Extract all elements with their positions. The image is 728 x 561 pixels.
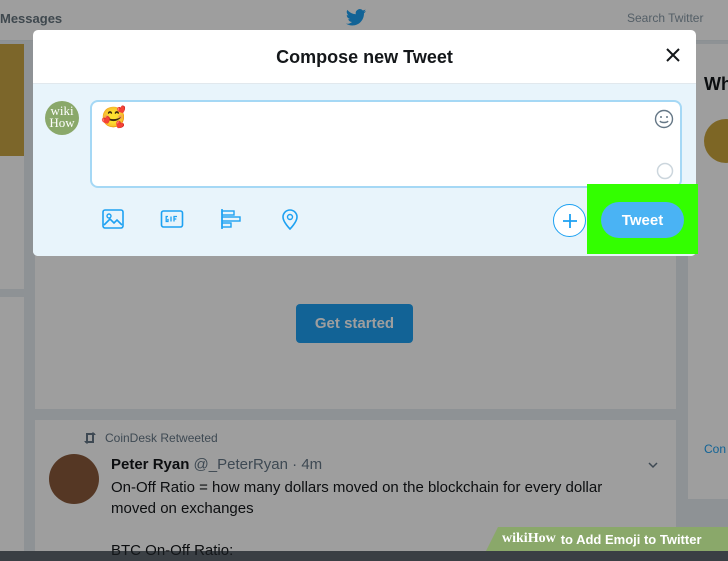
dialog-title: Compose new Tweet (276, 47, 453, 67)
tweet-text-input[interactable]: 🥰 (90, 100, 682, 188)
gif-icon[interactable] (159, 206, 185, 232)
poll-icon[interactable] (218, 206, 244, 232)
location-pin-icon[interactable] (277, 206, 303, 232)
close-icon[interactable] (664, 46, 682, 64)
plus-icon (562, 213, 577, 228)
tweet-input-value: 🥰 (101, 107, 126, 129)
watermark-how: How (527, 531, 556, 546)
image-icon[interactable] (100, 206, 126, 232)
tweet-button[interactable]: Tweet (601, 202, 684, 238)
avatar-text: How (49, 115, 75, 130)
add-tweet-button[interactable] (553, 204, 586, 237)
compose-toolbar (100, 206, 336, 232)
watermark-wiki: wiki (502, 531, 528, 546)
wikihow-watermark: wiki How to Add Emoji to Twitter (486, 527, 728, 551)
character-counter-icon (656, 162, 674, 180)
emoji-smile-icon[interactable] (654, 109, 674, 129)
dialog-header: Compose new Tweet (33, 30, 696, 84)
watermark-title: to Add Emoji to Twitter (560, 531, 702, 547)
avatar[interactable]: wiki How (45, 101, 79, 135)
